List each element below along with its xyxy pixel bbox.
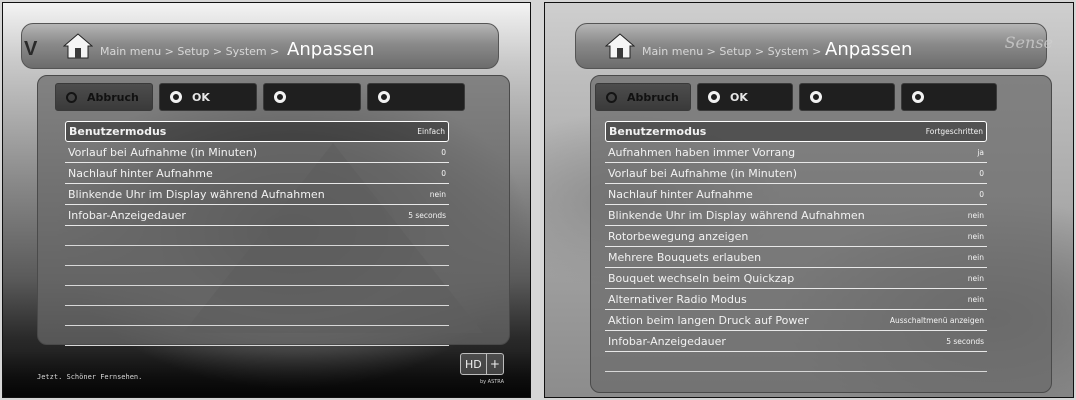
setting-label: Vorlauf bei Aufnahme (in Minuten) [68,145,258,159]
setting-label: Bouquet wechseln beim Quickzap [608,271,795,285]
setting-label: Alternativer Radio Modus [608,292,747,306]
setting-label: Aktion beim langen Druck auf Power [608,313,809,327]
green-button-ok[interactable]: OK [697,83,793,111]
settings-list: Benutzermodus Fortgeschritten Aufnahmen … [605,121,987,372]
blue-button[interactable] [901,83,997,111]
setting-label: Rotorbewegung anzeigen [608,229,749,243]
setting-value: ja [977,147,984,157]
slogan-text: Jetzt. Schöner Fernsehen. [37,373,143,381]
setting-label: Infobar-Anzeigedauer [68,208,186,222]
setting-nachlauf[interactable]: Nachlauf hinter Aufnahme 0 [605,184,987,205]
page-title: Anpassen [825,39,913,60]
color-button-row: Abbruch OK [595,83,997,111]
yellow-circle-icon [810,91,822,103]
breadcrumb: Main menu > Setup > System > [642,45,822,58]
setting-value: nein [967,252,984,262]
button-label: Abbruch [627,90,679,104]
setting-label: Aufnahmen haben immer Vorrang [608,145,796,159]
setting-infobar-dauer[interactable]: Infobar-Anzeigedauer 5 seconds [65,205,449,226]
color-button-row: Abbruch OK [55,83,465,111]
astra-brand-text: by ASTRA [479,379,504,385]
empty-list-row [65,306,449,326]
setting-label: Nachlauf hinter Aufnahme [68,166,213,180]
empty-list-row [65,226,449,246]
setting-vorlauf[interactable]: Vorlauf bei Aufnahme (in Minuten) 0 [65,142,449,163]
page-title: Anpassen [287,39,375,60]
red-button-abbruch[interactable]: Abbruch [55,83,153,111]
setting-bouquet-quickzap[interactable]: Bouquet wechseln beim Quickzap nein [605,268,987,289]
red-circle-icon [66,91,77,103]
yellow-circle-icon [274,91,286,103]
setting-label: Infobar-Anzeigedauer [608,334,726,348]
setting-label: Mehrere Bouquets erlauben [608,250,762,264]
right-screenshot: Main menu > Setup > System > Anpassen Se… [544,2,1074,398]
green-circle-icon [708,91,720,103]
red-circle-icon [606,91,617,103]
setting-value: nein [967,273,984,283]
setting-label: Blinkende Uhr im Display während Aufnahm… [68,187,325,201]
setting-label: Nachlauf hinter Aufnahme [608,187,753,201]
setting-value: 0 [979,168,984,178]
blue-button[interactable] [367,83,465,111]
setting-value: 5 seconds [408,210,446,220]
setting-rotorbewegung[interactable]: Rotorbewegung anzeigen nein [605,226,987,247]
hd-plus-logo: HD + [460,353,504,375]
plus-icon: + [485,354,503,374]
settings-list: Benutzermodus Einfach Vorlauf bei Aufnah… [65,121,449,346]
setting-value: Ausschaltmenü anzeigen [889,315,984,325]
setting-benutzermodus[interactable]: Benutzermodus Einfach [65,121,449,142]
setting-aufnahmen-vorrang[interactable]: Aufnahmen haben immer Vorrang ja [605,142,987,163]
setting-blinkende-uhr[interactable]: Blinkende Uhr im Display während Aufnahm… [605,205,987,226]
empty-list-row [605,352,987,372]
provider-logo: V [24,38,37,60]
left-screenshot: V Main menu > Setup > System > Anpassen … [2,2,531,398]
setting-label: Benutzermodus [609,125,707,138]
setting-label: Vorlauf bei Aufnahme (in Minuten) [608,166,798,180]
red-button-abbruch[interactable]: Abbruch [595,83,691,111]
setting-value: 0 [979,189,984,199]
home-icon[interactable] [605,33,635,59]
blue-circle-icon [378,91,390,103]
setting-value: nein [967,231,984,241]
setting-radio-modus[interactable]: Alternativer Radio Modus nein [605,289,987,310]
hd-text: HD [465,357,482,371]
button-label: OK [192,90,210,104]
setting-label: Blinkende Uhr im Display während Aufnahm… [608,208,865,222]
setting-value: 0 [441,168,446,178]
setting-value: nein [429,189,446,199]
home-icon[interactable] [63,33,93,59]
blue-circle-icon [912,91,924,103]
setting-value: Einfach [417,127,445,136]
green-circle-icon [170,91,182,103]
setting-benutzermodus[interactable]: Benutzermodus Fortgeschritten [605,121,987,142]
setting-blinkende-uhr[interactable]: Blinkende Uhr im Display während Aufnahm… [65,184,449,205]
sense-logo: Sense [1004,33,1053,52]
setting-label: Benutzermodus [69,125,167,138]
green-button-ok[interactable]: OK [159,83,257,111]
setting-infobar-dauer[interactable]: Infobar-Anzeigedauer 5 seconds [605,331,987,352]
setting-value: 0 [441,147,446,157]
button-label: Abbruch [87,90,139,104]
setting-value: 5 seconds [946,336,984,346]
empty-list-row [65,246,449,266]
setting-value: Fortgeschritten [925,127,983,136]
yellow-button[interactable] [799,83,895,111]
button-label: OK [730,90,748,104]
setting-nachlauf[interactable]: Nachlauf hinter Aufnahme 0 [65,163,449,184]
breadcrumb: Main menu > Setup > System > [100,45,280,58]
yellow-button[interactable] [263,83,361,111]
setting-power-aktion[interactable]: Aktion beim langen Druck auf Power Aussc… [605,310,987,331]
empty-list-row [65,326,449,346]
empty-list-row [65,286,449,306]
setting-value: nein [967,294,984,304]
setting-mehrere-bouquets[interactable]: Mehrere Bouquets erlauben nein [605,247,987,268]
setting-vorlauf[interactable]: Vorlauf bei Aufnahme (in Minuten) 0 [605,163,987,184]
setting-value: nein [967,210,984,220]
empty-list-row [65,266,449,286]
